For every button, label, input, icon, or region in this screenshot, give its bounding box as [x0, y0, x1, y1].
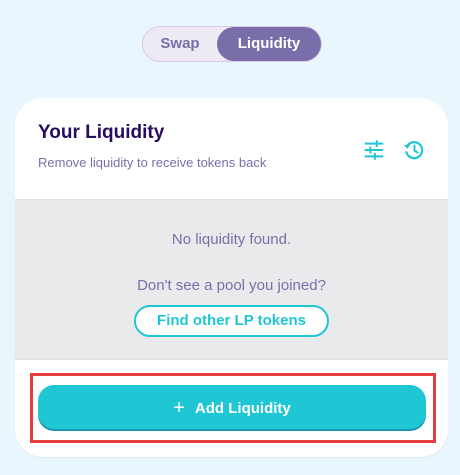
- pool-prompt: Don't see a pool you joined?: [137, 277, 326, 294]
- empty-state-message: No liquidity found.: [171, 231, 292, 248]
- plus-icon: +: [173, 397, 185, 419]
- find-lp-tokens-button[interactable]: Find other LP tokens: [134, 305, 329, 337]
- settings-button[interactable]: [362, 138, 386, 162]
- history-clock-icon: [403, 141, 424, 160]
- add-liquidity-label: Add Liquidity: [194, 399, 291, 417]
- tab-swap[interactable]: Swap: [143, 27, 217, 61]
- liquidity-card: Your Liquidity Remove liquidity to recei…: [15, 98, 448, 457]
- card-subtitle: Remove liquidity to receive tokens back: [38, 155, 267, 170]
- tab-liquidity[interactable]: Liquidity: [217, 27, 321, 61]
- card-header: Your Liquidity Remove liquidity to recei…: [15, 98, 448, 199]
- swap-liquidity-toggle: Swap Liquidity: [142, 26, 322, 62]
- add-liquidity-button[interactable]: + Add Liquidity: [38, 385, 426, 431]
- card-title: Your Liquidity: [38, 122, 165, 143]
- card-footer: + Add Liquidity: [15, 360, 448, 457]
- liquidity-list-area: No liquidity found. Don't see a pool you…: [15, 199, 448, 360]
- history-button[interactable]: [402, 138, 426, 162]
- settings-sliders-icon: [364, 140, 384, 160]
